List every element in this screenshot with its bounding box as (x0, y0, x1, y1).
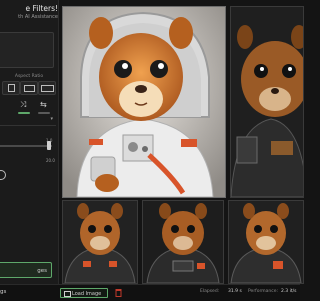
option-select[interactable]: ▾ (0, 116, 56, 126)
squirrel-thumbnail-image (63, 201, 137, 283)
shuffle-active-indicator (18, 112, 30, 114)
guidance-slider-thumb[interactable] (47, 141, 51, 150)
squirrel-thumbnail-image (229, 201, 303, 283)
aspect-ratio-options (2, 81, 56, 95)
generate-images-button[interactable]: ges (0, 262, 52, 278)
guidance-slider-track[interactable] (0, 145, 52, 147)
squirrel-thumbnail-image (143, 201, 223, 283)
landscape-icon (24, 85, 35, 92)
action-icons: ⤨ ⇆ (0, 100, 58, 116)
image-icon (64, 291, 71, 297)
app-title: e Filters! (25, 4, 59, 13)
aspect-square-button[interactable] (2, 81, 20, 95)
squirrel-dark-armor-image (231, 7, 303, 197)
load-image-label: Load Image (72, 291, 102, 297)
swap-icon[interactable]: ⇆ (40, 100, 47, 109)
squirrel-astronaut-white-image (63, 7, 225, 197)
prompt-textarea[interactable] (0, 32, 54, 68)
side-generated-image[interactable] (230, 6, 304, 198)
load-image-button[interactable]: Load Image (60, 288, 108, 298)
aspect-ratio-label: Aspect Ratio (14, 74, 44, 79)
aspect-landscape-button[interactable] (20, 81, 38, 95)
chevron-down-icon: ▾ (50, 116, 53, 122)
option-radio[interactable] (0, 170, 6, 180)
thumbnail-2[interactable] (142, 200, 224, 284)
main-generated-image[interactable] (62, 6, 226, 198)
shuffle-icon[interactable]: ⤨ (20, 100, 26, 110)
settings-link[interactable]: gs (0, 289, 6, 295)
thumbnail-3[interactable] (228, 200, 304, 284)
settings-panel: e Filters! th AI Assistance Aspect Ratio… (0, 0, 59, 284)
wide-icon (41, 85, 54, 92)
slider-max-label: 20.0 (46, 158, 55, 163)
square-icon (8, 84, 15, 92)
elapsed-value: 31.9 s (228, 289, 242, 294)
elapsed-label: Elapsed: (200, 289, 220, 294)
swap-indicator (38, 112, 50, 114)
performance-label: Performance: (248, 289, 279, 294)
performance-value: 2.3 it/s (281, 289, 297, 294)
aspect-wide-button[interactable] (38, 81, 56, 95)
app-subtitle: th AI Assistance (18, 14, 58, 20)
thumbnail-1[interactable] (62, 200, 138, 284)
trash-icon[interactable] (115, 288, 122, 297)
status-bar: gs Load Image Elapsed: 31.9 s Performanc… (0, 284, 300, 301)
